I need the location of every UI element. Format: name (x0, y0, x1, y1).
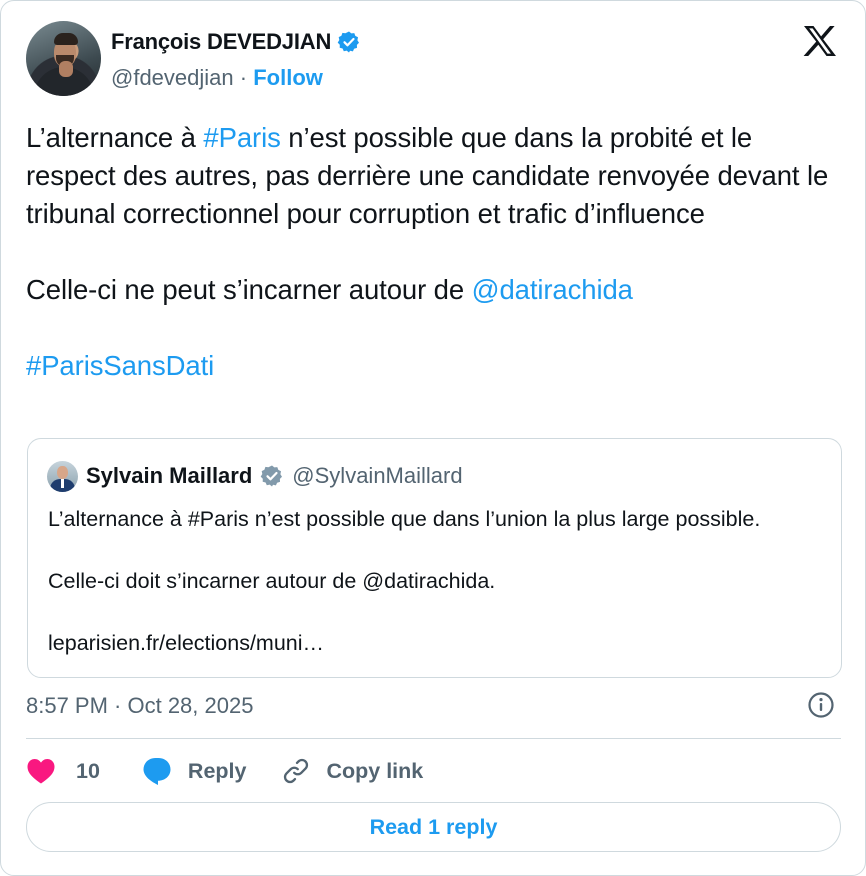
quoted-author-name[interactable]: Sylvain Maillard (86, 463, 252, 489)
author-name-text[interactable]: François DEVEDJIAN (111, 29, 331, 55)
tweet-paragraph-1: L’alternance à #Paris n’est possible que… (26, 119, 846, 233)
author-handle[interactable]: @fdevedjian (111, 65, 234, 90)
tweet-paragraph-3: #ParisSansDati (26, 347, 846, 385)
reply-label: Reply (187, 758, 247, 783)
author-avatar[interactable] (26, 21, 101, 96)
like-button[interactable]: 10 (26, 757, 100, 785)
tweet-text: L’alternance à #Paris n’est possible que… (26, 119, 846, 385)
quoted-line-2: Celle-ci doit s’incarner autour de @dati… (48, 569, 496, 593)
tweet-text-segment: Celle-ci ne peut s’incarner autour de (26, 274, 472, 305)
copy-link-button[interactable]: Copy link (282, 757, 423, 785)
quoted-tweet-text: L’alternance à #Paris n’est possible que… (48, 504, 828, 659)
tweet-paragraph-2: Celle-ci ne peut s’incarner autour de @d… (26, 271, 846, 309)
info-icon[interactable] (807, 691, 835, 719)
divider (26, 738, 841, 739)
x-logo-icon[interactable] (803, 25, 837, 57)
like-count: 10 (76, 758, 100, 783)
reply-button[interactable]: Reply (142, 756, 247, 786)
quoted-author-avatar[interactable] (47, 461, 78, 492)
heart-icon (27, 759, 55, 784)
link-icon (284, 758, 309, 784)
verified-badge-icon (337, 30, 361, 54)
follow-button[interactable]: Follow (253, 65, 323, 90)
quoted-tweet[interactable]: Sylvain Maillard @SylvainMaillard L’alte… (27, 438, 842, 678)
hashtag-parissansdati-link[interactable]: #ParisSansDati (26, 350, 214, 381)
tweet-text-segment: L’alternance à (26, 122, 204, 153)
tweet-card: François DEVEDJIAN @fdevedjian · Follow … (0, 0, 866, 876)
copy-link-label: Copy link (326, 758, 424, 783)
quoted-link[interactable]: leparisien.fr/elections/muni… (48, 628, 828, 659)
mention-datirachida-link[interactable]: @datirachida (472, 274, 633, 305)
author-name[interactable]: François DEVEDJIAN (111, 29, 361, 55)
quoted-tweet-header: Sylvain Maillard @SylvainMaillard (86, 463, 463, 489)
tweet-timestamp[interactable]: 8:57 PM · Oct 28, 2025 (26, 693, 253, 719)
verified-grey-badge-icon (260, 464, 284, 488)
hashtag-paris-link[interactable]: #Paris (203, 122, 280, 153)
quoted-line-1: L’alternance à #Paris n’est possible que… (48, 507, 761, 531)
handle-row: @fdevedjian · Follow (111, 65, 323, 91)
handle-separator: · (239, 65, 248, 90)
read-replies-button[interactable]: Read 1 reply (26, 802, 841, 852)
quoted-author-handle[interactable]: @SylvainMaillard (292, 463, 462, 489)
action-bar: 10 Reply Copy link (26, 753, 423, 789)
speech-bubble-icon (143, 758, 171, 785)
